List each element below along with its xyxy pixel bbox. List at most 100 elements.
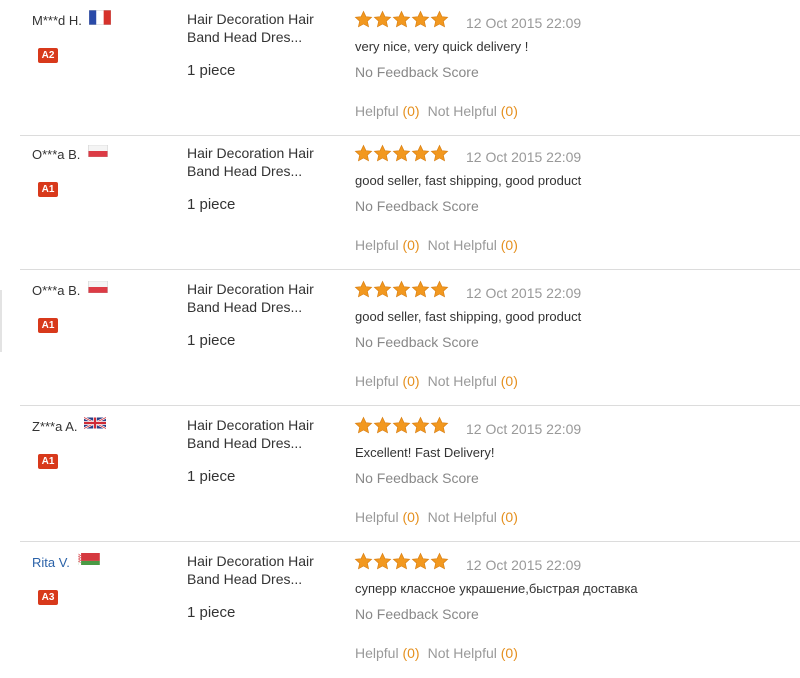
helpful-button[interactable]: Helpful (0) (355, 237, 420, 253)
not-helpful-label: Not Helpful (427, 373, 497, 389)
helpful-label: Helpful (355, 509, 399, 525)
star-icon (392, 280, 411, 302)
review-date: 12 Oct 2015 22:09 (466, 557, 582, 573)
not-helpful-button[interactable]: Not Helpful (0) (428, 103, 518, 119)
buyer-level-badge: A3 (38, 590, 58, 605)
helpful-label: Helpful (355, 237, 399, 253)
star-icon (411, 144, 430, 166)
poland-flag-icon (87, 144, 109, 158)
scroll-indicator (0, 290, 2, 352)
star-icon (373, 10, 392, 32)
star-icon (392, 416, 411, 438)
star-icon (373, 552, 392, 574)
star-icon (430, 416, 449, 438)
feedback-score: No Feedback Score (355, 198, 479, 214)
not-helpful-button[interactable]: Not Helpful (0) (428, 509, 518, 525)
star-icon (430, 552, 449, 574)
star-icon (411, 280, 430, 302)
not-helpful-count: (0) (500, 103, 518, 119)
product-name[interactable]: Hair Decoration Hair Band Head Dres... (187, 144, 337, 180)
product-name[interactable]: Hair Decoration Hair Band Head Dres... (187, 10, 337, 46)
helpful-controls: Helpful (0) Not Helpful (0) (355, 103, 526, 119)
not-helpful-button[interactable]: Not Helpful (0) (428, 645, 518, 661)
quantity: 1 piece (187, 332, 236, 349)
helpful-label: Helpful (355, 103, 399, 119)
quantity: 1 piece (187, 468, 236, 485)
star-icon (392, 552, 411, 574)
poland-flag-icon (87, 280, 109, 294)
buyer-level-badge: A1 (38, 318, 58, 333)
not-helpful-button[interactable]: Not Helpful (0) (428, 373, 518, 389)
product-name[interactable]: Hair Decoration Hair Band Head Dres... (187, 280, 337, 316)
helpful-button[interactable]: Helpful (0) (355, 373, 420, 389)
product-name[interactable]: Hair Decoration Hair Band Head Dres... (187, 416, 337, 452)
helpful-button[interactable]: Helpful (0) (355, 103, 420, 119)
feedback-score: No Feedback Score (355, 334, 479, 350)
reviewer-name: O***a B. (32, 283, 81, 298)
helpful-count: (0) (402, 237, 420, 253)
not-helpful-label: Not Helpful (427, 103, 497, 119)
star-icon (411, 552, 430, 574)
review-date: 12 Oct 2015 22:09 (466, 149, 582, 165)
star-rating (354, 280, 449, 302)
star-icon (430, 144, 449, 166)
uk-flag-icon (83, 416, 107, 430)
helpful-button[interactable]: Helpful (0) (355, 509, 420, 525)
star-rating (354, 552, 449, 574)
star-icon (430, 10, 449, 32)
star-icon (411, 10, 430, 32)
star-icon (354, 10, 373, 32)
star-rating (354, 416, 449, 438)
review-comment: Excellent! Fast Delivery! (355, 445, 495, 460)
star-icon (354, 416, 373, 438)
helpful-controls: Helpful (0) Not Helpful (0) (355, 509, 526, 525)
feedback-score: No Feedback Score (355, 470, 479, 486)
feedback-score: No Feedback Score (355, 64, 479, 80)
buyer-level-badge: A1 (38, 454, 58, 469)
not-helpful-label: Not Helpful (427, 237, 497, 253)
star-icon (411, 416, 430, 438)
review-row: O***a B. A1 Hair Decoration Hair Band Head… (20, 134, 800, 270)
star-rating (354, 10, 449, 32)
quantity: 1 piece (187, 196, 236, 213)
not-helpful-count: (0) (500, 645, 518, 661)
feedback-score: No Feedback Score (355, 606, 479, 622)
belarus-flag-icon (78, 552, 100, 565)
product-name[interactable]: Hair Decoration Hair Band Head Dres... (187, 552, 337, 588)
reviewer-name: M***d H. (32, 13, 82, 28)
buyer-level-badge: A2 (38, 48, 58, 63)
review-comment: good seller, fast shipping, good product (355, 309, 582, 324)
helpful-count: (0) (402, 645, 420, 661)
not-helpful-count: (0) (500, 373, 518, 389)
reviewer-name[interactable]: Rita V. (32, 555, 70, 570)
not-helpful-count: (0) (500, 509, 518, 525)
not-helpful-label: Not Helpful (427, 509, 497, 525)
star-icon (373, 416, 392, 438)
review-comment: суперр классное украшение,быстрая достав… (355, 581, 638, 596)
helpful-count: (0) (402, 103, 420, 119)
reviewer-name: O***a B. (32, 147, 81, 162)
review-row: Rita V. A3 Hair Decoration Hair Band Head … (20, 542, 800, 678)
helpful-count: (0) (402, 373, 420, 389)
helpful-label: Helpful (355, 373, 399, 389)
star-icon (392, 10, 411, 32)
star-icon (373, 144, 392, 166)
star-rating (354, 144, 449, 166)
helpful-controls: Helpful (0) Not Helpful (0) (355, 645, 526, 661)
star-icon (392, 144, 411, 166)
helpful-label: Helpful (355, 645, 399, 661)
france-flag-icon (88, 9, 112, 26)
not-helpful-button[interactable]: Not Helpful (0) (428, 237, 518, 253)
star-icon (430, 280, 449, 302)
quantity: 1 piece (187, 604, 236, 621)
helpful-button[interactable]: Helpful (0) (355, 645, 420, 661)
review-comment: very nice, very quick delivery ! (355, 39, 529, 54)
review-date: 12 Oct 2015 22:09 (466, 421, 582, 437)
helpful-count: (0) (402, 509, 420, 525)
buyer-level-badge: A1 (38, 182, 58, 197)
star-icon (354, 280, 373, 302)
review-row: O***a B. A1 Hair Decoration Hair Band Head… (20, 270, 800, 406)
review-row: M***d H. A2 Hair Decoration Hair Band Head… (20, 0, 800, 136)
not-helpful-count: (0) (500, 237, 518, 253)
helpful-controls: Helpful (0) Not Helpful (0) (355, 237, 526, 253)
